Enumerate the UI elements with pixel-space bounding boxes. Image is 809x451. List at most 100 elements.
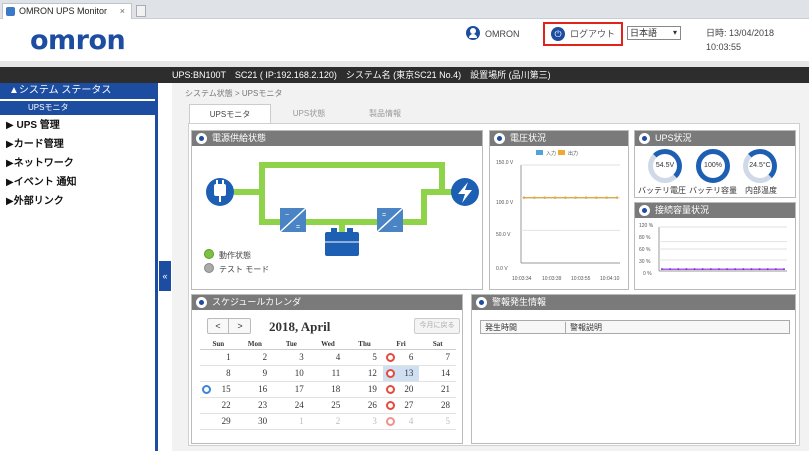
data-point [758,268,761,271]
calendar-day[interactable]: 27 [382,397,420,414]
shutdown-schedule-icon [385,384,395,394]
day-number: 29 [221,416,231,426]
ups-panel-title: UPS状況 [655,133,692,143]
calendar-day[interactable]: 28 [419,397,456,414]
calendar-day[interactable]: 17 [273,381,310,398]
panel-header: 警報発生情報 [472,295,795,310]
calendar-nav: < > [207,318,251,334]
data-point [734,268,737,271]
calendar-day[interactable]: 3 [273,349,310,366]
legend-active-label: 動作状態 [219,251,251,260]
calendar-day[interactable]: 23 [236,397,274,414]
calendar-day[interactable]: 2 [236,349,274,366]
load-panel-title: 接続容量状況 [655,205,710,215]
calendar-day[interactable]: 26 [346,397,383,414]
tab-ups-monitor[interactable]: UPSモニタ [189,104,271,123]
calendar-day[interactable]: 30 [236,413,274,430]
calendar-day-next-month[interactable]: 4 [382,413,420,430]
panel-bullet-icon [476,297,487,308]
svg-text:=: = [382,212,386,219]
calendar-day[interactable]: 9 [236,365,274,382]
voltage-panel-title: 電圧状況 [510,133,547,143]
calendar-day-next-month[interactable]: 3 [346,413,383,430]
active-status-icon [204,249,214,259]
calendar-day[interactable]: 18 [309,381,347,398]
ups-status-panel: UPS状況 54.5V 100% 24.5°C バッテリ電圧 バッテリ容量 内部… [634,130,796,198]
day-number: 10 [294,368,304,378]
calendar-day[interactable]: 10 [273,365,310,382]
calendar-day[interactable]: 6 [382,349,420,366]
calendar-day[interactable]: 25 [309,397,347,414]
calendar-day[interactable]: 4 [309,349,347,366]
sidebar-item-event-notification[interactable]: ▶イベント 通知 [6,176,76,190]
sidebar-item-card-management[interactable]: ▶カード管理 [6,138,64,152]
calendar-day[interactable]: 5 [346,349,383,366]
calendar-day[interactable]: 24 [273,397,310,414]
day-number: 6 [408,352,414,362]
main-content: システム状態 > UPSモニタ UPSモニタ UPS状態 製品情報 電源供給状態 [172,83,809,451]
calendar-day[interactable]: 7 [419,349,456,366]
day-number: 3 [372,416,377,426]
day-number: 13 [404,368,414,378]
calendar-day[interactable]: 1 [200,349,237,366]
calendar-day[interactable]: 29 [200,413,237,430]
tab-ups-status[interactable]: UPS状態 [271,104,347,123]
calendar-day-next-month[interactable]: 2 [309,413,347,430]
calendar-day[interactable]: 21 [419,381,456,398]
load-y-tick: 120 % [639,223,654,229]
calendar-day[interactable]: 22 [200,397,237,414]
data-point [701,268,704,271]
day-number: 17 [294,384,304,394]
tab-close-icon[interactable]: × [120,4,125,19]
calendar-day-next-month[interactable]: 5 [419,413,456,430]
calendar-day-next-month[interactable]: 1 [273,413,310,430]
load-capacity-panel: 接続容量状況 120 % 80 % 60 % 30 % 0 % [634,202,796,290]
sidebar-item-network[interactable]: ▶ネットワーク [6,157,74,171]
day-number: 30 [258,416,268,426]
logout-button[interactable]: ⏻ ログアウト [543,22,623,46]
sidebar-subitem-ups-monitor[interactable]: UPSモニタ [0,101,155,115]
calendar-day[interactable]: 8 [200,365,237,382]
shutdown-schedule-icon [385,416,395,426]
weekday-label: Thu [346,339,383,350]
current-datetime: 日時: 13/04/2018 10:03:55 [706,28,775,52]
back-to-current-month-button[interactable]: 今月に戻る [414,318,460,334]
voltage-y-tick: 150.0 V [496,160,514,166]
voltage-x-tick: 10:03:39 [542,276,562,282]
next-month-button[interactable]: > [230,319,250,333]
prev-month-button[interactable]: < [208,319,229,333]
device-info-bar: UPS:BN100T SC21 ( IP:192.168.2.120) システム… [0,67,809,83]
sidebar-collapse-button[interactable]: « [159,261,171,291]
tab-product-info[interactable]: 製品情報 [347,104,423,123]
battery-capacity-label: バッテリ容量 [689,186,737,195]
panel-bullet-icon [639,205,650,216]
calendar-day[interactable]: 20 [382,381,420,398]
sidebar-item-ups-management[interactable]: ▶ UPS 管理 [6,119,60,133]
day-number: 12 [367,368,377,378]
calendar-day[interactable]: 11 [309,365,347,382]
browser-tab[interactable]: OMRON UPS Monitor × [2,3,132,19]
alarm-col-time: 発生時間 [485,323,517,332]
app-header: omron OMRON ⏻ ログアウト 日本語 ▾ 日時: 13/04/2018… [0,19,809,61]
calendar-day[interactable]: 12 [346,365,383,382]
calendar-day[interactable]: 16 [236,381,274,398]
calendar-day[interactable]: 14 [419,365,456,382]
sidebar-item-external-links[interactable]: ▶外部リンク [6,195,64,209]
panel-bullet-icon [196,297,207,308]
data-point [685,268,688,271]
voltage-x-tick: 10:03:34 [512,276,532,282]
load-chart [658,226,787,272]
sidebar-item-system-status[interactable]: ▲システム ステータス [0,83,155,99]
language-select[interactable]: 日本語 ▾ [627,26,681,40]
data-point [742,268,745,271]
day-number: 9 [262,368,268,378]
data-point [717,268,720,271]
data-point [774,268,777,271]
calendar-day[interactable]: 19 [346,381,383,398]
alarm-col-description: 警報説明 [565,322,602,333]
calendar-day[interactable]: 15 [200,381,237,398]
calendar-week-row: 1 2 3 4 5 6 7 [200,349,456,366]
new-tab-button[interactable] [136,5,146,17]
power-supply-panel: 電源供給状態 ~ = = ~ 動作状態 テスト モード [191,130,483,290]
calendar-day-today[interactable]: 13 [382,365,420,382]
